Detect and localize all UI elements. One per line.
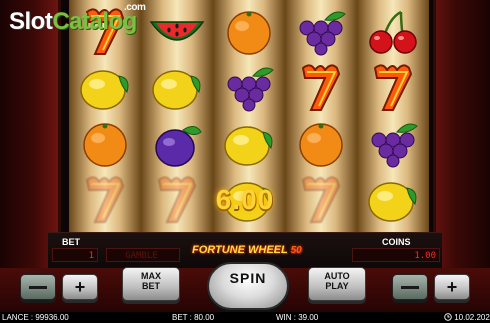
win-amount: 6.00 <box>215 184 275 215</box>
win-label: WIN : <box>276 313 296 322</box>
reel-4 <box>285 0 357 232</box>
total-bet-value: 80.00 <box>194 313 215 322</box>
spin-label: SPIN <box>229 270 267 286</box>
clock-icon <box>444 313 452 321</box>
flame-seven-icon <box>291 174 351 226</box>
spin-button[interactable]: SPIN <box>207 262 289 310</box>
auto-play-button[interactable]: AUTO PLAY <box>308 267 366 301</box>
flame-seven-icon <box>291 62 351 114</box>
lemon-icon <box>363 174 423 226</box>
auto-play-label: AUTO PLAY <box>324 271 350 291</box>
minus-icon <box>29 286 47 289</box>
cherry-icon <box>363 6 423 58</box>
max-bet-button[interactable]: MAX BET <box>122 267 180 301</box>
gamble-display: GAMBLE <box>106 248 180 262</box>
max-bet-label: MAX BET <box>141 271 161 291</box>
slot-game-screen: 6.00 SlotCatalog .com BET 1 GAMBLE FORTU… <box>0 0 490 323</box>
lemon-icon <box>219 118 279 170</box>
watermark-part1: Slot <box>9 8 53 35</box>
coins-display: 1.00 <box>352 248 440 262</box>
bet-plus-button[interactable]: + <box>62 274 98 300</box>
total-bet-readout: BET : 80.00 <box>172 312 214 323</box>
minus-icon <box>401 286 419 289</box>
grapes-icon <box>363 118 423 170</box>
clock-readout: 10.02.202 <box>444 312 490 323</box>
flame-seven-icon <box>147 174 207 226</box>
watermark-suffix: .com <box>124 2 146 13</box>
coins-label: COINS <box>382 237 411 247</box>
flame-seven-icon <box>363 62 423 114</box>
status-bar: LANCE : 99936.00 BET : 80.00 WIN : 39.00… <box>0 312 490 323</box>
game-logo: FORTUNE WHEEL 50 <box>192 244 302 256</box>
lemon-icon <box>147 62 207 114</box>
coins-minus-button[interactable] <box>392 274 428 300</box>
win-value: 39.00 <box>298 313 319 322</box>
balance-label: LANCE : <box>2 313 34 322</box>
watermelon-icon <box>147 6 207 58</box>
bet-label: BET <box>62 237 80 247</box>
bet-display: 1 <box>52 248 98 262</box>
balance-readout: LANCE : 99936.00 <box>2 312 69 323</box>
plum-icon <box>147 118 207 170</box>
total-bet-label: BET : <box>172 313 192 322</box>
lemon-icon <box>75 62 135 114</box>
reel-5 <box>357 0 429 232</box>
plus-label: + <box>446 277 458 297</box>
clock-value: 10.02.202 <box>454 313 490 322</box>
coins-plus-button[interactable]: + <box>434 274 470 300</box>
watermark-logo: SlotCatalog .com <box>9 2 146 36</box>
game-logo-text: FORTUNE WHEEL <box>192 244 288 256</box>
orange-icon <box>75 118 135 170</box>
balance-value: 99936.00 <box>35 313 69 322</box>
win-readout: WIN : 39.00 <box>276 312 318 323</box>
plus-label: + <box>74 277 86 297</box>
orange-icon <box>219 6 279 58</box>
flame-seven-icon <box>75 174 135 226</box>
bet-minus-button[interactable] <box>20 274 56 300</box>
orange-icon <box>291 118 351 170</box>
grapes-icon <box>219 62 279 114</box>
grapes-icon <box>291 6 351 58</box>
game-logo-number: 50 <box>290 245 302 256</box>
